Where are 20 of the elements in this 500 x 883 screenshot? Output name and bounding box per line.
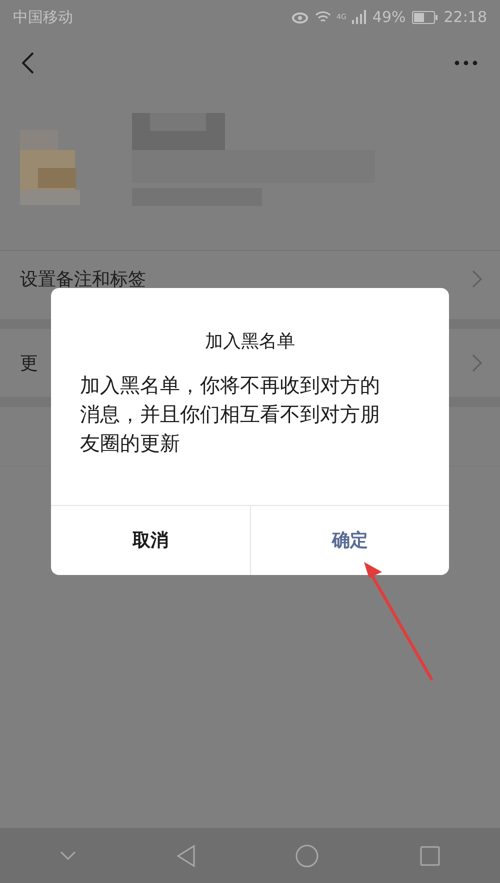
dialog-message: 加入黑名单，你将不再收到对方的消息，并且你们相互看不到对方朋友圈的更新 xyxy=(79,372,381,457)
home-nav-icon[interactable] xyxy=(295,844,320,868)
chevron-right-icon xyxy=(472,354,482,372)
chevron-right-icon xyxy=(472,270,482,288)
row-label: 设置备注和标签 xyxy=(20,268,146,292)
back-nav-icon[interactable] xyxy=(176,844,195,866)
battery-icon xyxy=(412,10,438,24)
back-icon xyxy=(22,52,34,74)
recents-nav-icon[interactable] xyxy=(420,846,440,866)
eye-icon xyxy=(290,10,309,24)
wifi-icon xyxy=(314,10,331,24)
carrier-name: 中国移动 xyxy=(13,6,73,28)
collapse-icon[interactable] xyxy=(60,850,76,860)
more-icon xyxy=(454,60,478,66)
row-label: 更 xyxy=(20,352,38,376)
signal-icon xyxy=(352,10,366,24)
battery-percent: 49% xyxy=(372,6,406,28)
dialog-title: 加入黑名单 xyxy=(204,330,296,354)
clock-time: 22:18 xyxy=(444,6,487,28)
cancel-button[interactable]: 取消 xyxy=(51,506,250,575)
